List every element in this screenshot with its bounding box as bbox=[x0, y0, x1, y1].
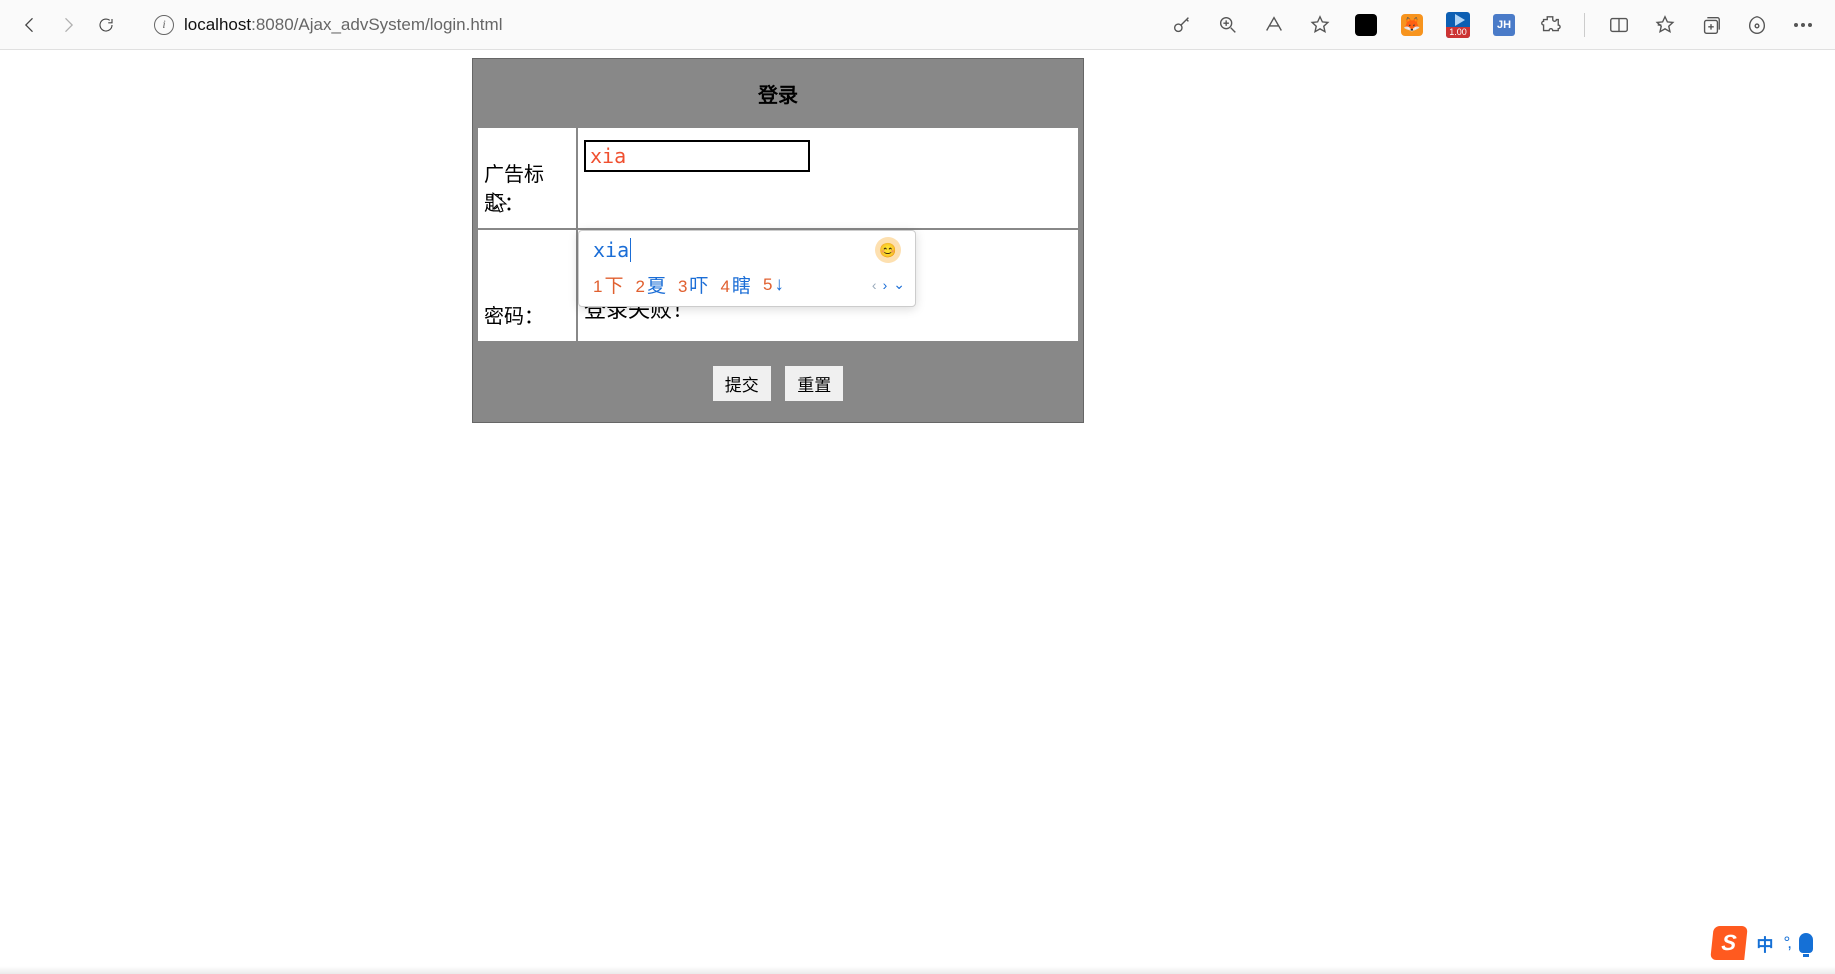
separator bbox=[1584, 13, 1585, 37]
button-row: 提交 重置 bbox=[473, 343, 1083, 422]
ime-candidate-3[interactable]: 3吓 bbox=[678, 271, 708, 298]
ime-taskbar: S 中 °, bbox=[1712, 926, 1813, 960]
favorite-star-icon[interactable] bbox=[1308, 13, 1332, 37]
extension-fox-icon[interactable]: 🦊 bbox=[1400, 13, 1424, 37]
row-ad-title: 广告标题： bbox=[477, 127, 1079, 229]
ime-prev-icon[interactable]: ‹ bbox=[872, 277, 877, 293]
reset-button[interactable]: 重置 bbox=[784, 365, 844, 402]
ime-candidate-1[interactable]: 1下 bbox=[593, 271, 623, 298]
key-icon[interactable] bbox=[1170, 13, 1194, 37]
address-bar[interactable]: i localhost:8080/Ajax_advSystem/login.ht… bbox=[154, 15, 502, 35]
extension-blue-play[interactable]: 1.00 bbox=[1446, 13, 1470, 37]
login-title: 登录 bbox=[473, 59, 1083, 126]
ime-nav: ‹ › ⌄ bbox=[872, 276, 905, 293]
ime-logo-icon[interactable]: S bbox=[1711, 926, 1749, 960]
extension-jh[interactable]: JH bbox=[1492, 13, 1516, 37]
submit-button[interactable]: 提交 bbox=[712, 365, 772, 402]
performance-icon[interactable] bbox=[1745, 13, 1769, 37]
extension-black-square[interactable] bbox=[1354, 13, 1378, 37]
label-password: 密码： bbox=[477, 229, 577, 342]
back-button[interactable] bbox=[20, 15, 40, 35]
read-aloud-icon[interactable] bbox=[1262, 13, 1286, 37]
ime-expand-icon[interactable]: ⌄ bbox=[893, 276, 905, 293]
site-info-icon[interactable]: i bbox=[154, 15, 174, 35]
ime-candidate-5[interactable]: 5↓ bbox=[763, 274, 784, 296]
ime-punct-indicator[interactable]: °, bbox=[1783, 933, 1789, 953]
ime-composition-text: xia bbox=[593, 238, 631, 262]
menu-button[interactable] bbox=[1791, 13, 1815, 37]
ime-candidate-2[interactable]: 2夏 bbox=[635, 271, 665, 298]
label-ad-title: 广告标题： bbox=[477, 127, 577, 229]
ime-mode-indicator[interactable]: 中 bbox=[1756, 931, 1773, 956]
url-text: localhost:8080/Ajax_advSystem/login.html bbox=[184, 15, 502, 35]
ime-candidate-row: 1下 2夏 3吓 4瞎 5↓ ‹ › ⌄ bbox=[579, 267, 915, 306]
ad-title-input[interactable] bbox=[584, 140, 810, 172]
refresh-button[interactable] bbox=[96, 15, 116, 35]
ime-candidate-4[interactable]: 4瞎 bbox=[720, 271, 750, 298]
ime-next-icon[interactable]: › bbox=[883, 277, 888, 293]
browser-toolbar: i localhost:8080/Ajax_advSystem/login.ht… bbox=[0, 0, 1835, 50]
ime-popup: xia 😊 1下 2夏 3吓 4瞎 5↓ ‹ › ⌄ bbox=[578, 230, 916, 307]
extensions-puzzle-icon[interactable] bbox=[1538, 13, 1562, 37]
forward-button[interactable] bbox=[58, 15, 78, 35]
zoom-icon[interactable] bbox=[1216, 13, 1240, 37]
ime-emoji-icon[interactable]: 😊 bbox=[875, 237, 901, 263]
page-body: 登录 广告标题： 密码： 登录失败！ 提交 重置 bbox=[0, 50, 1835, 423]
favorites-icon[interactable] bbox=[1653, 13, 1677, 37]
ime-mic-icon[interactable] bbox=[1799, 933, 1813, 953]
taskbar-shadow bbox=[0, 966, 1835, 974]
collections-icon[interactable] bbox=[1699, 13, 1723, 37]
split-screen-icon[interactable] bbox=[1607, 13, 1631, 37]
toolbar-right: 🦊 1.00 JH bbox=[1170, 13, 1815, 37]
